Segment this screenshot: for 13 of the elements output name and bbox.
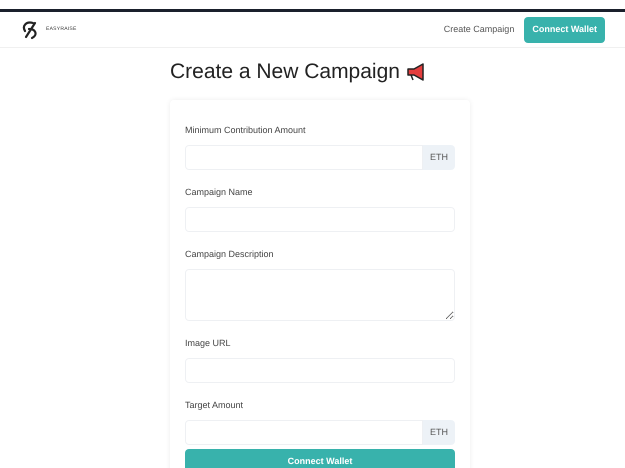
field-label: Campaign Name — [185, 188, 254, 197]
field-label: Minimum Contribution Amount — [185, 126, 307, 135]
unit-addon: ETH — [423, 420, 455, 445]
page-title: Create a New Campaign — [170, 59, 400, 86]
field-label: Image URL — [185, 339, 232, 348]
unit-addon: ETH — [423, 145, 455, 170]
connect-wallet-button[interactable]: Connect Wallet — [524, 16, 605, 42]
megaphone-icon — [406, 63, 426, 81]
field-label: Target Amount — [185, 401, 244, 410]
field-label: Campaign Description — [185, 250, 275, 259]
submit-button[interactable]: Connect Wallet — [185, 449, 455, 468]
textarea-field[interactable] — [185, 269, 455, 321]
create-campaign-link[interactable]: Create Campaign — [444, 22, 514, 36]
